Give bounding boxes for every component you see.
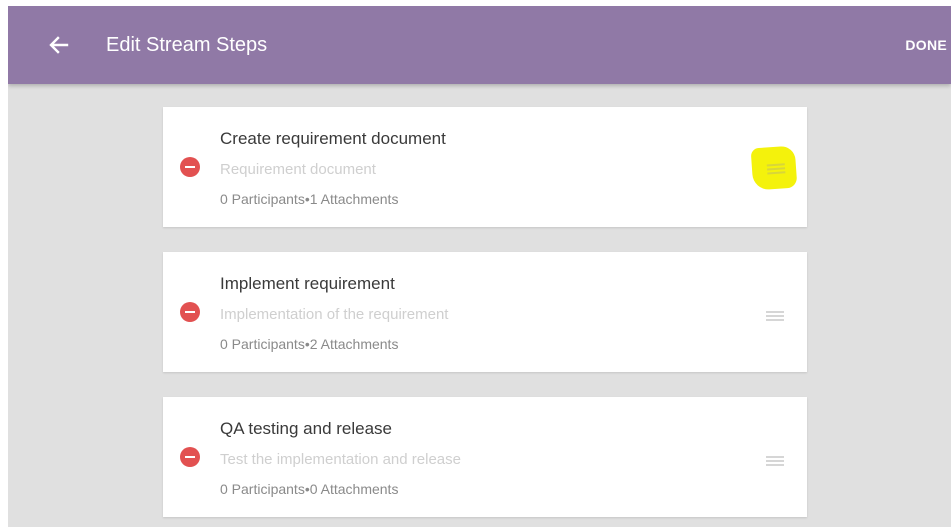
attachments-count: 1 Attachments — [309, 191, 399, 207]
attachments-count: 2 Attachments — [309, 336, 399, 352]
step-meta: 0 Participants•2 Attachments — [220, 336, 398, 352]
participants-count: 0 Participants — [220, 336, 305, 352]
step-description: Implementation of the requirement — [220, 306, 449, 323]
done-button[interactable]: DONE — [905, 37, 947, 53]
participants-count: 0 Participants — [220, 481, 305, 497]
step-card[interactable]: QA testing and release Test the implemen… — [163, 397, 807, 517]
page-title: Edit Stream Steps — [106, 34, 268, 56]
step-title: QA testing and release — [220, 419, 393, 438]
drag-handle-icon[interactable] — [756, 449, 800, 471]
drag-handle-icon[interactable] — [756, 304, 800, 326]
step-description: Requirement document — [220, 161, 376, 178]
remove-circle-icon[interactable] — [180, 302, 200, 322]
step-card[interactable]: Create requirement document Requirement … — [163, 107, 807, 227]
step-title: Implement requirement — [220, 274, 395, 293]
participants-count: 0 Participants — [220, 191, 305, 207]
step-title: Create requirement document — [220, 129, 446, 148]
step-meta: 0 Participants•1 Attachments — [220, 191, 398, 207]
step-description: Test the implementation and release — [220, 451, 461, 468]
remove-circle-icon[interactable] — [180, 447, 200, 467]
attachments-count: 0 Attachments — [309, 481, 399, 497]
step-meta: 0 Participants•0 Attachments — [220, 481, 398, 497]
remove-circle-icon[interactable] — [180, 157, 200, 177]
step-card[interactable]: Implement requirement Implementation of … — [163, 252, 807, 372]
screen: Edit Stream Steps DONE Create requiremen… — [8, 6, 951, 527]
back-arrow-icon[interactable] — [46, 32, 72, 58]
drag-handle-icon[interactable] — [750, 145, 798, 191]
app-bar: Edit Stream Steps DONE — [8, 6, 951, 84]
